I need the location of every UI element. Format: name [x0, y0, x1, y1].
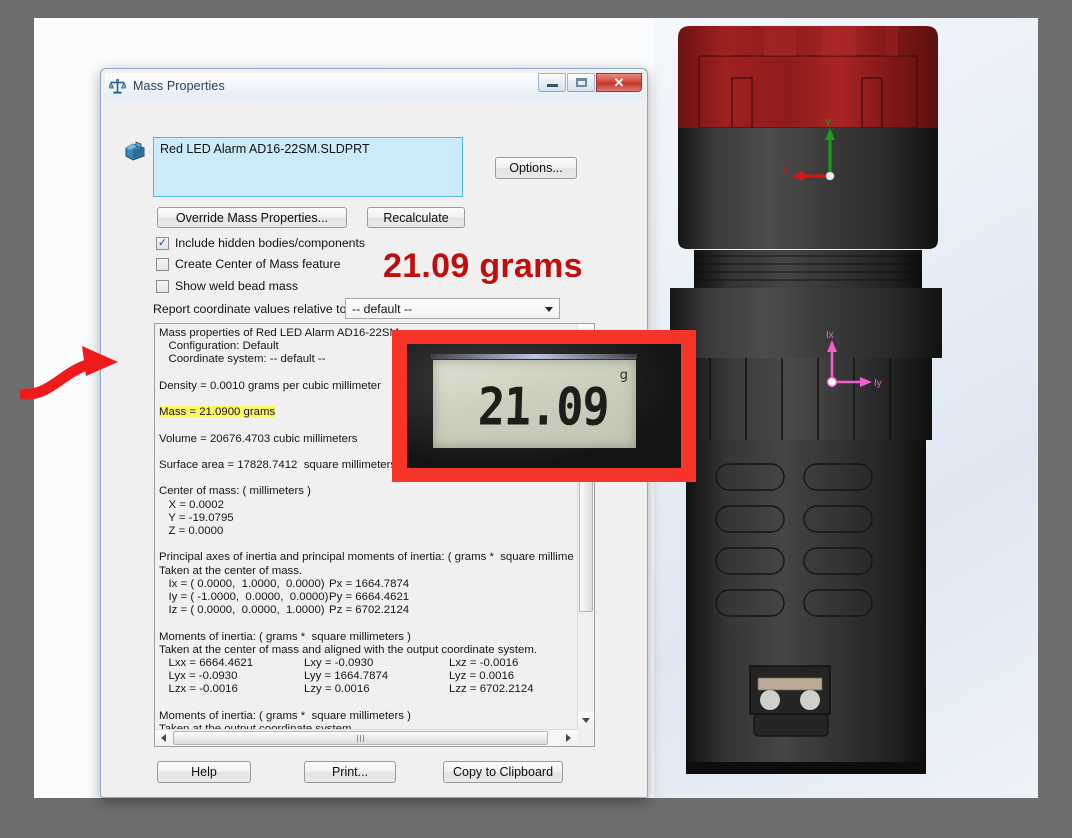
minimize-icon — [546, 83, 558, 87]
results-horizontal-scrollbar[interactable] — [155, 729, 577, 746]
model-viewport[interactable]: Y X Ix Iy — [654, 18, 1038, 798]
results-lxy: Lxy = -0.0930 — [304, 657, 374, 670]
results-principal-title: Principal axes of inertia and principal … — [159, 551, 574, 564]
print-button[interactable]: Print... — [304, 761, 396, 783]
maximize-button[interactable] — [567, 73, 595, 92]
triangle-right-icon — [566, 734, 571, 742]
lcd-screen: 21.09 g — [433, 357, 636, 448]
results-header: Mass properties of Red LED Alarm AD16-22… — [159, 327, 399, 339]
results-principal-py: Py = 6664.4621 — [329, 591, 410, 604]
results-com-y: Y = -19.0795 — [159, 511, 234, 524]
part-block-icon — [123, 139, 147, 168]
svg-text:Iy: Iy — [874, 378, 882, 389]
checkbox-include-hidden-bodies[interactable]: ✓ Include hidden bodies/components — [156, 236, 365, 250]
results-lzz: Lzz = 6702.2124 — [449, 683, 534, 696]
results-volume: Volume = 20676.4703 cubic millimeters — [159, 432, 358, 445]
override-button-label: Override Mass Properties... — [175, 210, 329, 225]
help-button-label: Help — [191, 765, 217, 779]
options-button[interactable]: Options... — [495, 157, 577, 179]
page-canvas: Y X Ix Iy Mass Properties ✕ Red LED Alar… — [34, 18, 1038, 798]
results-moments-com-taken: Taken at the center of mass and aligned … — [159, 643, 538, 656]
annotation-mass-callout: 21.09 grams — [383, 247, 583, 285]
chevron-down-icon[interactable] — [545, 307, 553, 312]
print-button-label: Print... — [331, 765, 369, 779]
close-button[interactable]: ✕ — [596, 73, 642, 92]
svg-text:Ix: Ix — [826, 330, 834, 341]
coordinate-system-select[interactable]: -- default -- — [345, 298, 560, 319]
results-moments-com-title: Moments of inertia: ( grams * square mil… — [159, 630, 411, 643]
results-lyx: Lyx = -0.0930 — [159, 670, 238, 683]
copy-button-label: Copy to Clipboard — [452, 765, 554, 779]
results-lyz: Lyz = 0.0016 — [449, 670, 515, 683]
balance-scale-icon — [109, 78, 126, 95]
triangle-down-icon — [582, 718, 590, 723]
model-3d-graphic: Y X Ix Iy — [670, 26, 942, 774]
dialog-titlebar[interactable]: Mass Properties ✕ — [105, 73, 643, 99]
results-lzy: Lzy = 0.0016 — [304, 683, 370, 696]
results-moments-out-title: Moments of inertia: ( grams * square mil… — [159, 709, 411, 722]
recalculate-button[interactable]: Recalculate — [367, 207, 465, 228]
checkbox-box[interactable] — [156, 279, 169, 293]
results-configuration: Configuration: Default — [159, 340, 279, 353]
checkbox-label: Create Center of Mass feature — [175, 257, 341, 271]
scroll-left-button[interactable] — [155, 730, 172, 746]
close-icon: ✕ — [613, 74, 625, 90]
grip-icon — [357, 734, 364, 742]
checkbox-show-weld-bead-mass[interactable]: Show weld bead mass — [156, 279, 298, 293]
results-principal-axis-y: Iy = ( -1.0000, 0.0000, 0.0000) — [159, 591, 329, 604]
results-lzx: Lzx = -0.0016 — [159, 683, 238, 696]
selected-part-name: Red LED Alarm AD16-22SM.SLDPRT — [160, 142, 370, 156]
results-coordinate-system: Coordinate system: -- default -- — [159, 353, 326, 366]
minimize-button[interactable] — [538, 73, 566, 92]
annotation-red-arrow — [20, 346, 118, 400]
results-principal-axis-z: Iz = ( 0.0000, 0.0000, 1.0000) — [159, 604, 325, 617]
checkbox-box[interactable]: ✓ — [156, 236, 169, 250]
override-mass-properties-button[interactable]: Override Mass Properties... — [157, 207, 347, 228]
lcd-scale-photo-inset: 21.09 g — [392, 330, 696, 482]
results-com-z: Z = 0.0000 — [159, 525, 224, 538]
results-lxz: Lxz = -0.0016 — [449, 657, 519, 670]
results-principal-pz: Pz = 6702.2124 — [329, 604, 410, 617]
checkbox-create-center-of-mass[interactable]: Create Center of Mass feature — [156, 257, 340, 271]
window-controls[interactable]: ✕ — [537, 73, 642, 92]
results-lxx: Lxx = 6664.4621 — [159, 657, 254, 670]
dialog-title: Mass Properties — [133, 79, 225, 93]
svg-text:X: X — [782, 166, 789, 177]
maximize-icon — [575, 78, 587, 87]
selected-part-field[interactable]: Red LED Alarm AD16-22SM.SLDPRT — [153, 137, 463, 197]
results-mass-highlighted: Mass = 21.0900 grams — [159, 406, 276, 419]
checkbox-box[interactable] — [156, 257, 169, 271]
report-coordinate-label: Report coordinate values relative to: — [153, 302, 350, 316]
results-center-of-mass-title: Center of mass: ( millimeters ) — [159, 485, 311, 498]
scroll-right-button[interactable] — [560, 730, 577, 746]
triangle-left-icon — [161, 734, 166, 742]
scroll-down-button[interactable] — [578, 712, 594, 729]
results-lyy: Lyy = 1664.7874 — [304, 670, 389, 683]
svg-text:Y: Y — [825, 118, 832, 129]
copy-to-clipboard-button[interactable]: Copy to Clipboard — [443, 761, 563, 783]
results-surface-area: Surface area = 17828.7412 square millime… — [159, 459, 397, 472]
help-button[interactable]: Help — [157, 761, 251, 783]
results-com-x: X = 0.0002 — [159, 498, 224, 511]
lcd-bezel: 21.09 g — [407, 344, 681, 468]
options-button-label: Options... — [509, 161, 563, 175]
checkbox-label: Include hidden bodies/components — [175, 236, 366, 250]
results-density: Density = 0.0010 grams per cubic millime… — [159, 379, 381, 392]
hscroll-thumb[interactable] — [173, 731, 548, 745]
results-principal-taken: Taken at the center of mass. — [159, 564, 303, 577]
checkbox-label: Show weld bead mass — [175, 279, 299, 293]
results-principal-axis-x: Ix = ( 0.0000, 1.0000, 0.0000) — [159, 577, 325, 590]
lcd-glint — [431, 354, 637, 359]
lcd-digits: 21.09 — [477, 375, 610, 437]
lcd-unit-label: g — [619, 368, 628, 383]
results-principal-px: Px = 1664.7874 — [329, 577, 410, 590]
coordinate-system-value: -- default -- — [352, 301, 413, 316]
recalculate-button-label: Recalculate — [383, 210, 449, 225]
